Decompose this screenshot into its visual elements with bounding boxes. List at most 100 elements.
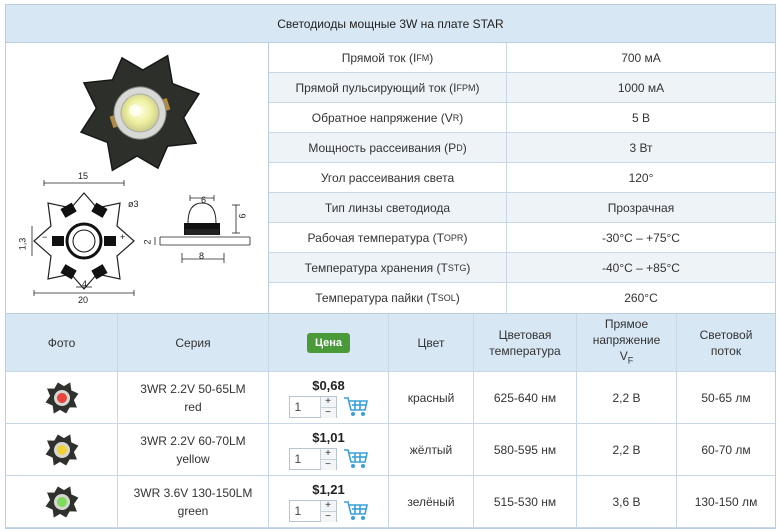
spec-name-close: ) xyxy=(463,230,468,245)
quantity-stepper[interactable]: 1 + − xyxy=(288,395,337,418)
products-table: Фото Серия Цена Цвет Цветовая температур… xyxy=(6,313,775,528)
header-color: Цвет xyxy=(389,314,474,371)
led-thumbnail[interactable] xyxy=(42,433,82,467)
add-to-cart-icon[interactable] xyxy=(343,500,369,522)
series-name[interactable]: 3WR 2.2V 50-65LM xyxy=(140,380,245,398)
product-wavelength-cell: 580-595 нм xyxy=(474,424,577,475)
spec-value: -40°C – +85°C xyxy=(602,260,680,275)
product-row: 3WR 2.2V 50-65LM red $0,68 1 + − красный 625-64… xyxy=(6,372,775,424)
price-value: $0,68 xyxy=(312,377,345,393)
spec-name-text: Обратное напряжение (V xyxy=(311,110,453,125)
add-to-cart-icon[interactable] xyxy=(343,448,369,470)
product-color-cell: жёлтый xyxy=(389,424,474,475)
product-price-cell: $1,21 1 + − xyxy=(269,476,389,527)
series-name[interactable]: 3WR 3.6V 130-150LM xyxy=(134,484,253,502)
spec-name-close: ) xyxy=(459,110,464,125)
led-side-dimension-drawing xyxy=(154,195,251,263)
decrement-button[interactable]: − xyxy=(320,459,336,470)
spec-row: Температура пайки (T SOL) 260°C xyxy=(269,283,775,313)
spec-name-subscript: SOL xyxy=(437,293,456,303)
header-vf-line2: напряжение xyxy=(592,333,661,348)
spec-name: Тип линзы светодиода xyxy=(269,193,507,222)
spec-row: Рабочая температура (T OPR) -30°C – +75°C xyxy=(269,223,775,253)
spec-name: Прямой пульсирующий ток (I FPM) xyxy=(269,73,507,102)
dim-20-label: 20 xyxy=(78,295,89,305)
spec-value: 120° xyxy=(628,170,654,185)
product-row: 3WR 2.2V 60-70LM yellow $1,01 1 + − жёлтый 580-… xyxy=(6,424,775,476)
header-photo: Фото xyxy=(6,314,118,371)
spec-name: Температура хранения (T STG) xyxy=(269,253,507,282)
svg-text:+: + xyxy=(120,232,125,242)
dim-phi3-label: ø3 xyxy=(128,199,139,209)
led-thumbnail[interactable] xyxy=(42,381,82,415)
header-color-temp-line2: температура xyxy=(489,343,561,358)
spec-name: Обратное напряжение (V R) xyxy=(269,103,507,132)
dim-2-label: 2 xyxy=(142,239,153,245)
spec-name-close: ) xyxy=(466,260,471,275)
product-wavelength-cell: 625-640 нм xyxy=(474,372,577,423)
spec-name: Рабочая температура (T OPR) xyxy=(269,223,507,252)
spec-name-text: Угол рассеивания света xyxy=(320,170,455,185)
decrement-button[interactable]: − xyxy=(320,511,336,522)
product-series-cell: 3WR 3.6V 130-150LM green xyxy=(118,476,269,527)
quantity-input[interactable]: 1 xyxy=(290,449,320,469)
spec-row: Обратное напряжение (V R) 5 В xyxy=(269,103,775,133)
product-photo-cell xyxy=(6,424,118,475)
product-flux-cell: 50-65 лм xyxy=(701,390,751,405)
spec-name-subscript: FPM xyxy=(456,82,476,93)
product-price-cell: $0,68 1 + − xyxy=(269,372,389,423)
decrement-button[interactable]: − xyxy=(320,407,336,418)
increment-button[interactable]: + xyxy=(320,396,336,408)
header-vf-subscript: F xyxy=(627,355,634,366)
spec-value: 260°C xyxy=(624,291,658,305)
add-to-cart-icon[interactable] xyxy=(343,396,369,418)
header-color-temp-line1: Цветовая xyxy=(498,327,552,342)
spec-name-text: Рабочая температура (T xyxy=(307,230,444,245)
quantity-input[interactable]: 1 xyxy=(290,397,320,417)
price-value: $1,21 xyxy=(312,481,345,497)
spec-name-subscript: FM xyxy=(416,52,430,63)
increment-button[interactable]: + xyxy=(320,500,336,512)
header-vf-line3: VF xyxy=(620,348,634,368)
header-flux-line2: поток xyxy=(710,343,742,358)
increment-button[interactable]: + xyxy=(320,448,336,460)
product-flux-cell: 60-70 лм xyxy=(701,442,751,457)
product-photo-cell xyxy=(6,372,118,423)
series-name[interactable]: 3WR 2.2V 60-70LM xyxy=(140,432,245,450)
header-series: Серия xyxy=(118,314,269,371)
product-color-cell: зелёный xyxy=(389,476,474,527)
led-thumbnail[interactable] xyxy=(42,485,82,519)
spec-value: 5 В xyxy=(631,110,650,125)
spec-row: Прямой пульсирующий ток (I FPM) 1000 мА xyxy=(269,73,775,103)
product-photo-cell xyxy=(6,476,118,527)
spec-name: Прямой ток (I FM) xyxy=(269,43,507,72)
product-price-cell: $1,01 1 + − xyxy=(269,424,389,475)
product-table-container: Светодиоды мощные 3W на плате STAR − + 1… xyxy=(5,4,776,529)
header-vf-line1: Прямое xyxy=(604,317,649,332)
spec-name-text: Прямой пульсирующий ток (I xyxy=(295,80,457,95)
dim-15-label: 15 xyxy=(78,171,89,181)
dim-8-label: 8 xyxy=(199,251,205,261)
quantity-stepper[interactable]: 1 + − xyxy=(288,499,337,522)
spec-value: 3 Вт xyxy=(629,140,653,155)
spec-name-subscript: STG xyxy=(447,262,467,273)
product-flux-cell: 130-150 лм xyxy=(694,494,758,509)
quantity-input[interactable]: 1 xyxy=(290,501,320,521)
led-star-photo xyxy=(79,54,201,172)
header-forward-voltage: Прямое напряжение VF xyxy=(577,314,677,371)
product-series-cell: 3WR 2.2V 60-70LM yellow xyxy=(118,424,269,475)
price-value: $1,01 xyxy=(312,429,345,445)
header-price: Цена xyxy=(269,314,389,371)
dim-4-label: 4 xyxy=(82,279,88,289)
header-vf-symbol: V xyxy=(619,349,628,364)
product-voltage-cell: 3,6 В xyxy=(577,476,677,527)
header-flux-line1: Световой xyxy=(699,327,753,342)
quantity-stepper[interactable]: 1 + − xyxy=(288,447,337,470)
top-section: − + 15 20 4 1,3 ø3 6 6 2 8 Прямой ток (I… xyxy=(6,43,775,313)
spec-value: 1000 мА xyxy=(617,80,665,95)
product-wavelength-cell: 515-530 нм xyxy=(474,476,577,527)
spec-row: Угол рассеивания света 120° xyxy=(269,163,775,193)
price-badge[interactable]: Цена xyxy=(306,332,351,353)
spec-row: Прямой ток (I FM) 700 мА xyxy=(269,43,775,73)
dim-13-label: 1,3 xyxy=(17,237,28,251)
